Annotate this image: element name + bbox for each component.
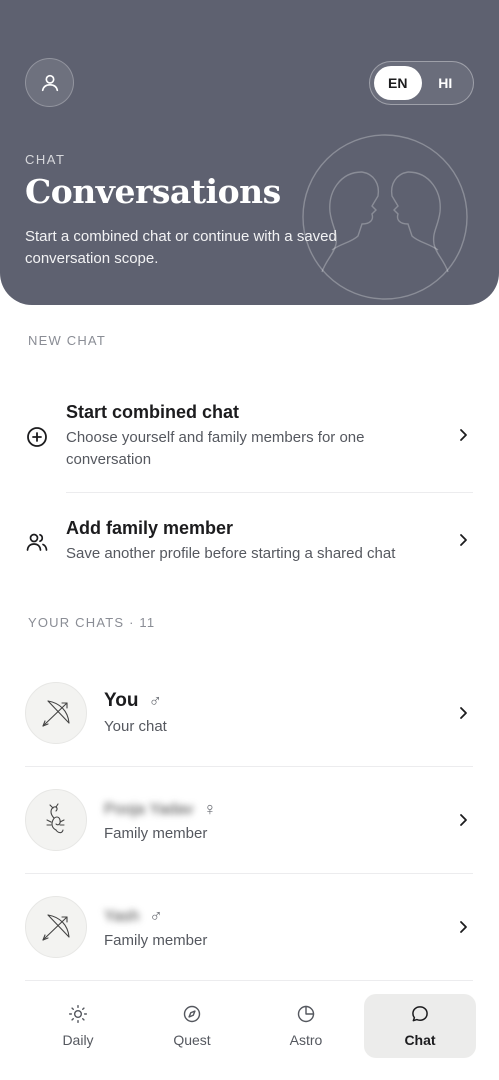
chevron-right-icon [460,921,467,933]
action-title: Start combined chat [66,402,240,422]
tab-chat[interactable]: Chat [364,994,476,1058]
compass-icon [183,1005,201,1023]
chat-name-text: Pooja Yadav [104,800,194,818]
tab-label: Daily [62,1032,94,1048]
avatar [25,789,87,851]
gemini-twins-icon [302,134,468,300]
chat-subtitle: Family member [104,825,208,842]
chat-subtitle: Family member [104,932,208,949]
avatar [25,896,87,958]
sagittarius-icon [42,700,70,727]
divider [25,873,473,874]
chat-name: Yash ♂ [104,906,163,927]
avatar [25,682,87,744]
chat-item-you[interactable]: You ♂ Your chat [0,668,499,758]
tab-quest[interactable]: Quest [136,994,248,1058]
sun-icon [68,1004,88,1024]
page-subtitle: Start a combined chat or continue with a… [25,228,337,267]
male-icon: ♂ [148,690,162,711]
chat-subtitle: Your chat [104,718,167,735]
chat-bubble-icon [412,1006,428,1022]
chevron-right-icon [460,707,467,719]
chat-item-family[interactable]: Pooja Yadav ♀ Family member [0,775,499,865]
divider [25,766,473,767]
tab-label: Astro [289,1032,323,1048]
section-label-new-chat: NEW CHAT [28,333,106,348]
language-option-hi[interactable]: HI [422,66,470,100]
chat-name-text: You [104,690,139,711]
action-description: Save another profile before starting a s… [66,545,396,562]
chevron-right-icon [460,534,467,546]
chevron-right-icon [460,429,467,441]
tab-label: Quest [173,1032,211,1048]
user-icon [41,74,58,91]
chat-name: You ♂ [104,690,162,712]
users-icon [26,533,48,551]
female-icon: ♀ [203,799,217,819]
chat-item-family[interactable]: Yash ♂ Family member [0,882,499,972]
plus-circle-icon [27,427,47,447]
divider [66,492,473,493]
pie-chart-icon [297,1005,315,1023]
start-combined-chat-button[interactable]: Start combined chat Choose yourself and … [0,400,499,492]
tab-astro[interactable]: Astro [250,994,362,1058]
page-title: Conversations [25,172,281,211]
page-eyebrow: CHAT [25,152,66,167]
sagittarius-icon [42,914,70,941]
language-option-en[interactable]: EN [374,66,422,100]
action-description: Choose yourself and family members for o… [66,429,365,468]
add-family-member-button[interactable]: Add family member Save another profile b… [0,516,499,576]
chevron-right-icon [460,814,467,826]
action-title: Add family member [66,518,234,538]
language-toggle[interactable]: EN HI [369,61,474,105]
section-label-your-chats: YOUR CHATS · 11 [28,615,156,630]
bottom-tab-bar: Daily Quest Astro Chat [0,985,499,1080]
profile-button[interactable] [25,58,74,107]
tab-label: Chat [404,1032,436,1048]
header-hero: EN HI CHAT Conversations Start a combine… [0,0,499,305]
male-icon: ♂ [149,906,163,926]
chat-name-text: Yash [104,907,140,925]
divider [25,980,473,981]
scorpio-icon [46,803,65,834]
tab-daily[interactable]: Daily [22,994,134,1058]
chat-name: Pooja Yadav ♀ [104,799,217,820]
